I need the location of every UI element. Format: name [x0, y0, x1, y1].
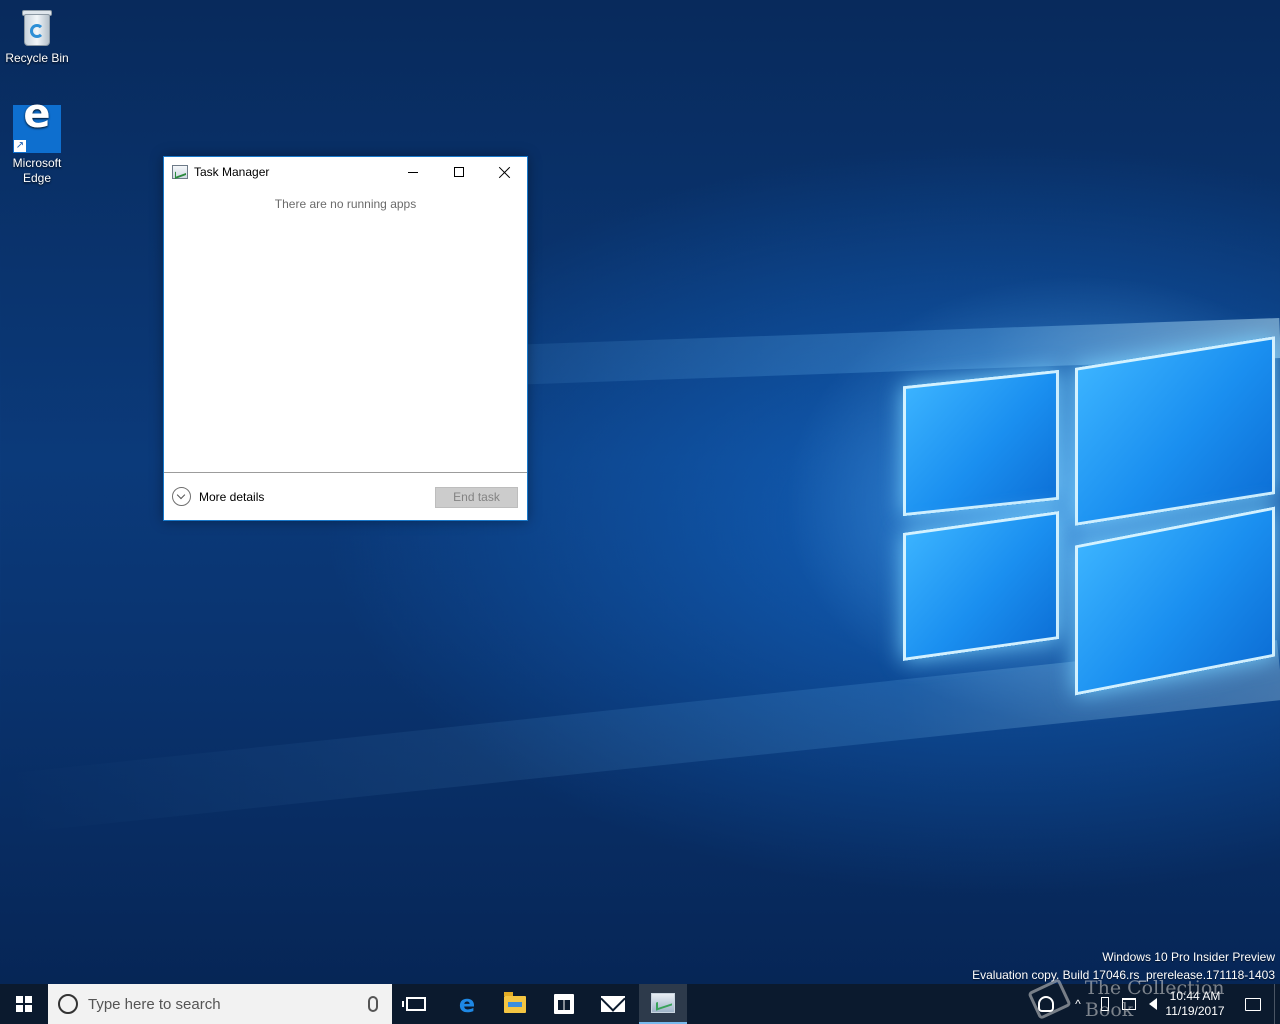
- microphone-icon[interactable]: [368, 996, 378, 1012]
- close-button[interactable]: [482, 157, 528, 187]
- more-details-button[interactable]: More details: [172, 487, 264, 506]
- task-view-icon: [402, 997, 426, 1011]
- more-details-label: More details: [199, 489, 265, 504]
- notification-icon: [1245, 997, 1261, 1011]
- volume-icon: [1149, 998, 1157, 1010]
- maximize-button[interactable]: [436, 157, 482, 187]
- desktop-icon-label: Microsoft Edge: [12, 156, 62, 185]
- taskbar-task-manager[interactable]: [639, 984, 687, 1024]
- show-hidden-icons-button[interactable]: ^: [1066, 984, 1090, 1024]
- search-placeholder: Type here to search: [88, 995, 221, 1013]
- taskbar-store[interactable]: [540, 984, 588, 1024]
- clock[interactable]: 10:44 AM 11/19/2017: [1160, 984, 1230, 1024]
- action-center-button[interactable]: [1234, 984, 1272, 1024]
- task-manager-icon: [172, 165, 188, 179]
- build-watermark-line1: Windows 10 Pro Insider Preview: [1102, 950, 1275, 964]
- chevron-down-icon: [172, 487, 191, 506]
- minimize-button[interactable]: [390, 157, 436, 187]
- recycle-bin-icon: [20, 8, 54, 48]
- edge-icon: e: [458, 990, 476, 1018]
- people-button[interactable]: [1030, 984, 1062, 1024]
- task-manager-icon: [651, 993, 675, 1013]
- end-task-button[interactable]: End task: [435, 487, 518, 508]
- windows-logo-icon: [16, 996, 32, 1012]
- network-button[interactable]: [1118, 984, 1140, 1024]
- task-manager-window: Task Manager There are no running apps M…: [163, 156, 528, 521]
- apps-list: There are no running apps: [164, 187, 527, 472]
- cortana-icon: [58, 994, 78, 1014]
- taskbar-mail[interactable]: [589, 984, 637, 1024]
- desktop-icon-recycle-bin[interactable]: Recycle Bin: [0, 8, 74, 66]
- mail-icon: [601, 996, 625, 1012]
- desktop-icon-label: Recycle Bin: [5, 51, 69, 65]
- window-title: Task Manager: [194, 165, 270, 179]
- show-desktop-button[interactable]: [1274, 984, 1280, 1024]
- edge-icon: e ↗: [13, 94, 61, 153]
- taskbar-file-explorer[interactable]: [491, 984, 539, 1024]
- clock-time: 10:44 AM: [1169, 989, 1221, 1003]
- network-icon: [1122, 998, 1136, 1010]
- battery-button[interactable]: [1094, 984, 1116, 1024]
- people-icon: [1038, 996, 1054, 1012]
- title-bar[interactable]: Task Manager: [164, 157, 527, 187]
- minimize-icon: [408, 171, 418, 173]
- taskbar: Type here to search e ^ 10:44 AM 11/19/2…: [0, 984, 1280, 1024]
- empty-message: There are no running apps: [274, 197, 417, 211]
- window-footer: More details End task: [164, 472, 527, 520]
- close-icon: [499, 166, 511, 178]
- clock-date: 11/19/2017: [1165, 1004, 1225, 1018]
- store-icon: [554, 994, 574, 1014]
- taskbar-edge[interactable]: e: [443, 984, 491, 1024]
- build-watermark-line2: Evaluation copy. Build 17046.rs_prerelea…: [972, 968, 1275, 982]
- maximize-icon: [454, 167, 464, 177]
- wallpaper-windows-logo: [895, 330, 1280, 705]
- battery-icon: [1101, 997, 1109, 1011]
- desktop-icon-microsoft-edge[interactable]: e ↗ Microsoft Edge: [0, 94, 74, 186]
- search-box[interactable]: Type here to search: [48, 984, 392, 1024]
- start-button[interactable]: [0, 984, 48, 1024]
- folder-icon: [504, 991, 526, 1013]
- taskbar-task-view[interactable]: [392, 984, 440, 1024]
